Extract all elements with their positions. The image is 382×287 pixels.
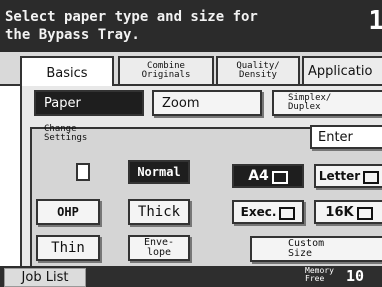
tab-basics-label: Basics	[46, 65, 88, 81]
type-normal-button[interactable]: Normal	[128, 160, 190, 184]
size-a4-label: A4	[248, 168, 269, 184]
size-exec-label: Exec.	[240, 205, 277, 219]
memory-label-2: Free	[305, 274, 325, 283]
enter-button[interactable]: Enter	[310, 125, 382, 149]
landscape-paper-icon	[279, 206, 296, 220]
enter-button-label: Enter	[318, 129, 353, 145]
memory-free-label: Memory Free	[305, 267, 334, 283]
type-thick-label: Thick	[137, 204, 181, 220]
custom-size-label-2: Size	[288, 248, 313, 259]
type-normal-label: Normal	[137, 165, 181, 179]
type-envelope-label-2: lope	[146, 247, 172, 258]
type-ohp-button[interactable]: OHP	[36, 199, 100, 225]
type-ohp-label: OHP	[57, 205, 79, 219]
type-thin-label: Thin	[51, 240, 85, 256]
subtab-zoom-label: Zoom	[162, 95, 200, 111]
subtab-paper[interactable]: Paper	[34, 90, 144, 116]
tab-application[interactable]: Applicatio	[302, 56, 382, 86]
type-envelope-button[interactable]: Enve- lope	[128, 235, 190, 261]
size-letter-button[interactable]: Letter	[314, 164, 382, 188]
subtab-zoom[interactable]: Zoom	[152, 90, 262, 116]
memory-free-value: 10	[346, 267, 365, 285]
size-exec-button[interactable]: Exec.	[232, 200, 304, 224]
instruction-line-2: the Bypass Tray.	[5, 27, 140, 43]
page-indicator: 1	[368, 6, 382, 36]
subtab-paper-label: Paper	[44, 95, 81, 111]
tab-application-label: Applicatio	[308, 63, 373, 79]
subtab-simplex-duplex[interactable]: Simplex/ Duplex	[272, 90, 382, 116]
job-list-label: Job List	[21, 270, 69, 285]
type-thin-button[interactable]: Thin	[36, 235, 100, 261]
instruction-line-1: Select paper type and size for	[5, 9, 258, 25]
landscape-paper-icon	[271, 170, 288, 184]
tab-quality-label-2: Density	[239, 70, 277, 80]
paper-portrait-icon	[76, 163, 90, 181]
tab-combine-label-2: Originals	[141, 70, 191, 80]
tab-basics[interactable]: Basics	[20, 56, 114, 88]
change-settings-title: Change Settings	[44, 125, 87, 143]
custom-size-button[interactable]: Custom Size	[250, 236, 382, 262]
change-settings-line-2: Settings	[44, 133, 88, 143]
size-16k-button[interactable]: 16K	[314, 200, 382, 224]
landscape-paper-icon	[356, 206, 373, 220]
subtab-simplex-label-2: Duplex	[288, 102, 321, 112]
tab-combine-originals[interactable]: Combine Originals	[118, 56, 214, 86]
job-list-button[interactable]: Job List	[4, 268, 86, 287]
tab-quality-density[interactable]: Quality/ Density	[216, 56, 300, 86]
size-letter-label: Letter	[318, 169, 361, 183]
size-a4-button[interactable]: A4	[232, 164, 304, 188]
instruction-header: Select paper type and size for the Bypas…	[0, 0, 382, 52]
size-16k-label: 16K	[325, 204, 354, 220]
type-thick-button[interactable]: Thick	[128, 199, 190, 225]
landscape-paper-icon	[363, 170, 380, 184]
